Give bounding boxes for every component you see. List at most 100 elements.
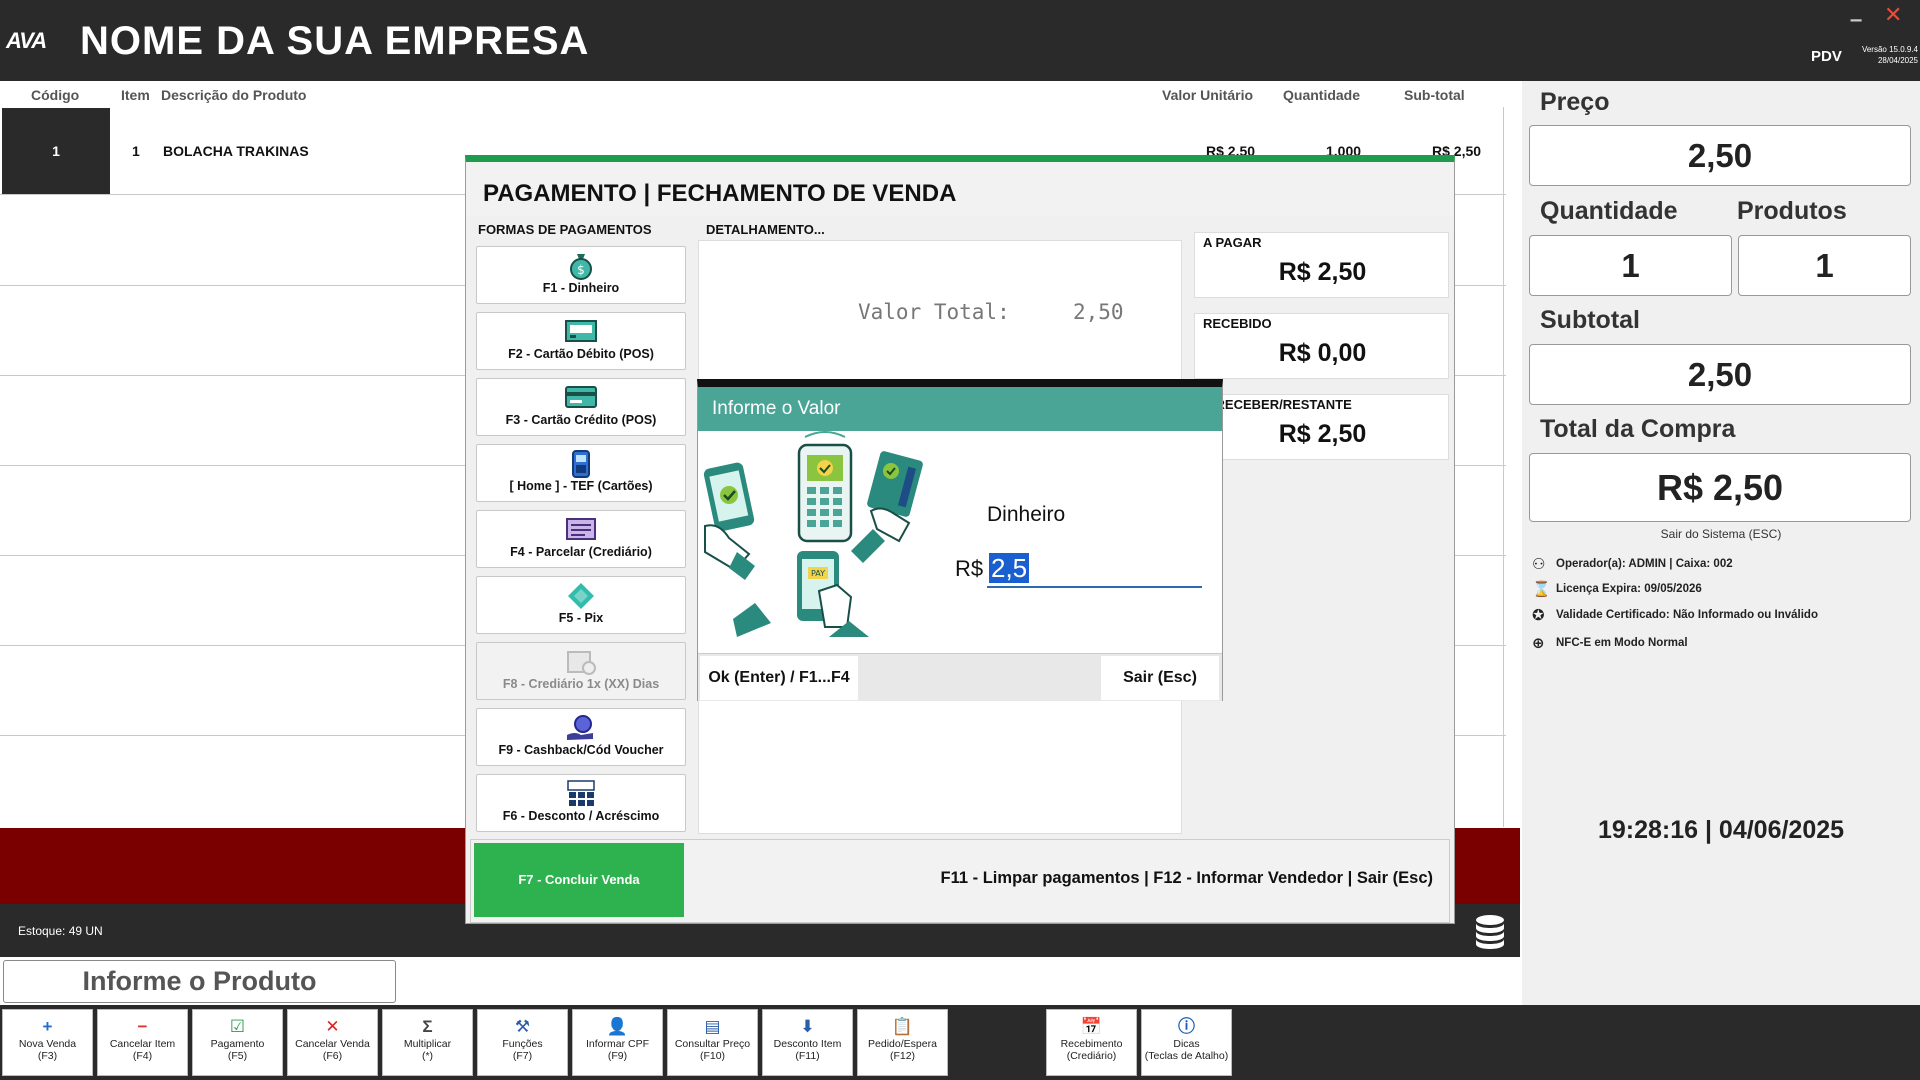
payment-illustration-icon: PAY <box>701 431 946 637</box>
pay-credit-button[interactable]: F3 - Cartão Crédito (POS) <box>476 378 686 436</box>
modal-footer: F7 - Concluir Venda F11 - Limpar pagamen… <box>470 839 1450 923</box>
item-discount-button[interactable]: ⬇ Desconto Item (F11) <box>762 1009 853 1076</box>
payment-method-name: Dinheiro <box>987 503 1066 526</box>
plus-icon: + <box>42 1017 53 1036</box>
products-value: 1 <box>1738 235 1911 296</box>
check-price-button[interactable]: ▤ Consultar Preço (F10) <box>667 1009 758 1076</box>
price-label: Preço <box>1540 88 1610 116</box>
minimize-icon[interactable]: ▁ <box>1848 5 1864 21</box>
price-icon: ▤ <box>704 1017 721 1036</box>
fn-key: (F6) <box>322 1050 343 1062</box>
remaining-label: A RECEBER/RESTANTE <box>1203 397 1352 412</box>
fn-key: (F10) <box>699 1050 726 1062</box>
remaining-box: A RECEBER/RESTANTE R$ 2,50 <box>1194 394 1449 460</box>
fn-label: Nova Venda <box>18 1038 77 1050</box>
to-pay-label: A PAGAR <box>1203 235 1262 250</box>
subtotal-label: Subtotal <box>1540 306 1640 334</box>
inform-cpf-button[interactable]: 👤 Informar CPF (F9) <box>572 1009 663 1076</box>
close-icon[interactable]: ✕ <box>1884 2 1902 28</box>
network-icon: ⊕ <box>1532 635 1545 652</box>
function-bar: + Nova Venda (F3) − Cancelar Item (F4) ☑… <box>0 1005 1920 1080</box>
pay-method-label: [ Home ] - TEF (Cartões) <box>509 479 653 493</box>
fn-label: Cancelar Venda <box>295 1038 370 1050</box>
row-code-cell: 1 <box>2 108 110 194</box>
pay-method-label: F3 - Cartão Crédito (POS) <box>505 413 657 427</box>
subtotal-value: 2,50 <box>1529 344 1911 405</box>
nfce-info: ⊕ NFC-E em Modo Normal <box>1532 634 1688 652</box>
fn-label: Multiplicar <box>403 1038 452 1050</box>
conclude-sale-button[interactable]: F7 - Concluir Venda <box>474 843 684 917</box>
items-table-header: Código Item Descrição do Produto Valor U… <box>0 81 1506 107</box>
functions-button[interactable]: ⚒ Funções (F7) <box>477 1009 568 1076</box>
product-search-input[interactable]: Informe o Produto <box>3 960 396 1003</box>
receive-credit-button[interactable]: 📅 Recebimento (Crediário) <box>1046 1009 1137 1076</box>
total-value: R$ 2,50 <box>1529 453 1911 522</box>
pay-installments-button[interactable]: F4 - Parcelar (Crediário) <box>476 510 686 568</box>
multiply-button[interactable]: Σ Multiplicar (*) <box>382 1009 473 1076</box>
fn-key: (Teclas de Atalho) <box>1144 1050 1229 1062</box>
fn-label: Consultar Preço <box>674 1038 751 1050</box>
discount-icon <box>477 779 685 809</box>
license-info: ⌛ Licença Expira: 09/05/2026 <box>1532 580 1702 598</box>
fn-key: (F4) <box>132 1050 153 1062</box>
pay-method-label: F8 - Crediário 1x (XX) Dias <box>502 677 660 691</box>
row-item-cell: 1 <box>132 143 140 159</box>
pay-tef-button[interactable]: [ Home ] - TEF (Cartões) <box>476 444 686 502</box>
order-hold-button[interactable]: 📋 Pedido/Espera (F12) <box>857 1009 948 1076</box>
fn-label: Funções <box>502 1038 543 1050</box>
exit-button[interactable]: Sair (Esc) <box>1101 656 1219 700</box>
certificate-icon: ✪ <box>1532 607 1545 624</box>
tef-terminal-icon <box>477 449 685 479</box>
pay-cash-button[interactable]: $ F1 - Dinheiro <box>476 246 686 304</box>
col-codigo: Código <box>31 87 80 103</box>
cancel-sale-button[interactable]: ✕ Cancelar Venda (F6) <box>287 1009 378 1076</box>
pdv-label: PDV <box>1811 48 1842 65</box>
total-value-amount: 2,50 <box>1072 300 1124 324</box>
check-icon: ☑ <box>229 1017 246 1036</box>
received-value: R$ 0,00 <box>1278 339 1367 367</box>
col-subtotal: Sub-total <box>1404 87 1465 103</box>
pay-discount-button[interactable]: F6 - Desconto / Acréscimo <box>476 774 686 832</box>
pay-cashback-button[interactable]: F9 - Cashback/Cód Voucher <box>476 708 686 766</box>
pay-debit-button[interactable]: F2 - Cartão Débito (POS) <box>476 312 686 370</box>
total-label: Total da Compra <box>1540 415 1736 443</box>
pay-pix-button[interactable]: F5 - Pix <box>476 576 686 634</box>
x-icon: ✕ <box>325 1017 340 1036</box>
calendar-clock-icon <box>477 647 685 677</box>
tips-button[interactable]: ⓘ Dicas (Teclas de Atalho) <box>1141 1009 1232 1076</box>
database-icon[interactable] <box>1474 914 1506 955</box>
nfce-text: NFC-E em Modo Normal <box>1556 637 1688 650</box>
fn-label: Dicas <box>1173 1038 1200 1050</box>
arrow-down-icon: ⬇ <box>800 1017 815 1036</box>
exit-system-link[interactable]: Sair do Sistema (ESC) <box>1522 527 1920 541</box>
ok-button[interactable]: Ok (Enter) / F1...F4 <box>700 656 858 700</box>
pay-credit-xx-days-button: F8 - Crediário 1x (XX) Dias <box>476 642 686 700</box>
payment-button[interactable]: ☑ Pagamento (F5) <box>192 1009 283 1076</box>
fn-label: Desconto Item <box>773 1038 842 1050</box>
sigma-icon: Σ <box>422 1017 433 1036</box>
remaining-value: R$ 2,50 <box>1278 420 1367 448</box>
company-name: NOME DA SUA EMPRESA <box>80 19 590 63</box>
clipboard-icon: 📋 <box>891 1017 914 1036</box>
pay-method-label: F4 - Parcelar (Crediário) <box>510 545 652 559</box>
pix-icon <box>477 581 685 611</box>
ava-logo: AVA <box>6 28 47 53</box>
received-label: RECEBIDO <box>1203 316 1272 331</box>
certificate-text: Validade Certificado: Não Informado ou I… <box>1556 609 1818 622</box>
total-value-label: Valor Total: <box>858 300 1010 324</box>
fn-label: Recebimento <box>1060 1038 1123 1050</box>
to-pay-value: R$ 2,50 <box>1278 258 1367 286</box>
pay-method-label: F6 - Desconto / Acréscimo <box>502 809 660 823</box>
modal-title: PAGAMENTO | FECHAMENTO DE VENDA <box>483 180 957 207</box>
quantity-value: 1 <box>1529 235 1732 296</box>
currency-symbol: R$ <box>955 556 984 581</box>
cancel-item-button[interactable]: − Cancelar Item (F4) <box>97 1009 188 1076</box>
dialog-title: Informe o Valor <box>698 387 1222 431</box>
pay-method-label: F9 - Cashback/Cód Voucher <box>498 743 664 757</box>
dialog-footer: Ok (Enter) / F1...F4 Sair (Esc) <box>698 653 1222 701</box>
new-sale-button[interactable]: + Nova Venda (F3) <box>2 1009 93 1076</box>
total-value-line: Valor Total: 2,50 <box>858 300 1124 324</box>
operator-info: ⚇ Operador(a): ADMIN | Caixa: 002 <box>1532 555 1733 573</box>
pos-credit-icon <box>477 383 685 413</box>
details-label: DETALHAMENTO... <box>706 222 825 237</box>
